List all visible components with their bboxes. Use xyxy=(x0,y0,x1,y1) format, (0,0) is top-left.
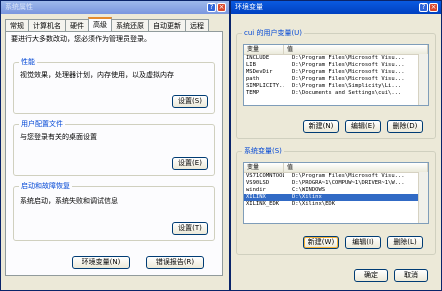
system-variables-group-title: 系统变量(S) xyxy=(242,147,284,156)
system-variables-list[interactable]: 变量 值 VS71COMNTOOLS D:\Program Files\Micro… xyxy=(243,162,429,224)
system-properties-titlebar[interactable]: 系统属性 xyxy=(1,1,229,14)
startup-recovery-group-title: 启动和故障恢复 xyxy=(19,182,72,191)
var-value: D:\Program Files\Microsoft Visu... xyxy=(292,69,405,75)
performance-settings-button[interactable]: 设置(S) xyxy=(172,95,208,108)
var-value: D:\Program Files\Microsoft Visu... xyxy=(292,173,405,179)
column-header-variable[interactable]: 变量 xyxy=(244,163,284,172)
environment-variables-window: 环境变量 ? × cui 的用户变量(U) 变量 值 INCLUDE D:\Pro… xyxy=(230,0,442,291)
user-profiles-group: 用户配置文件 与您登录有关的桌面设置 设置(E) xyxy=(13,120,215,176)
admin-note: 要进行大多数改动，您必须作为管理员登录。 xyxy=(11,35,151,43)
system-properties-window: 系统属性 ? × 常规 计算机名 硬件 高级 系统还原 自动更新 远程 要进行大… xyxy=(0,0,230,291)
var-value: D:\Documents and Settings\cui\... xyxy=(292,90,402,96)
var-value: D:\Program Files\Microsoft Visu... xyxy=(292,76,405,82)
var-value: D:\Xilinx\EDK xyxy=(292,201,336,207)
close-button[interactable]: × xyxy=(429,3,438,12)
performance-group: 性能 视觉效果，处理器计划，内存使用，以及虚拟内存 设置(S) xyxy=(13,58,215,114)
system-variables-group: 系统变量(S) 变量 值 VS71COMNTOOLS D:\Program Fil… xyxy=(236,147,436,255)
list-item[interactable]: TEMP D:\Documents and Settings\cui\... xyxy=(244,90,428,97)
startup-recovery-group: 启动和故障恢复 系统启动，系统失败和调试信息 设置(T) xyxy=(13,182,215,241)
system-new-button[interactable]: 新建(W) xyxy=(303,236,339,249)
list-item[interactable]: VS71COMNTOOLS D:\Program Files\Microsoft … xyxy=(244,173,428,180)
list-item[interactable]: MSDevDir D:\Program Files\Microsoft Visu.… xyxy=(244,69,428,76)
help-button[interactable]: ? xyxy=(207,3,216,12)
var-name: INCLUDE xyxy=(246,55,270,61)
error-reporting-button[interactable]: 错误报告(R) xyxy=(146,256,204,269)
user-edit-button[interactable]: 编辑(E) xyxy=(345,120,381,133)
column-header-variable[interactable]: 变量 xyxy=(244,45,284,54)
list-item-selected[interactable]: XILINX D:\Xilinx xyxy=(244,194,428,201)
user-delete-button[interactable]: 删除(D) xyxy=(387,120,423,133)
list-item[interactable]: INCLUDE D:\Program Files\Microsoft Visu..… xyxy=(244,55,428,62)
var-name: path xyxy=(246,76,260,82)
user-variables-group-title: cui 的用户变量(U) xyxy=(242,29,305,38)
list-header: 变量 值 xyxy=(244,163,428,173)
var-name: VS71COMNTOOLS xyxy=(246,173,284,179)
var-name: windir xyxy=(246,187,266,193)
var-value: D:\Xilinx xyxy=(292,194,322,200)
var-name: LIB xyxy=(246,62,256,68)
var-value: D:\Program Files\Microsoft Visu... xyxy=(292,55,405,61)
user-profiles-group-title: 用户配置文件 xyxy=(19,120,65,129)
tab-advanced[interactable]: 高级 xyxy=(88,17,112,31)
help-button[interactable]: ? xyxy=(419,3,428,12)
startup-recovery-settings-button[interactable]: 设置(T) xyxy=(172,222,208,235)
system-edit-button[interactable]: 编辑(I) xyxy=(345,236,381,249)
user-variables-list[interactable]: 变量 值 INCLUDE D:\Program Files\Microsoft V… xyxy=(243,44,429,106)
var-value: D:\Program Files\Simplicity\Li... xyxy=(292,83,402,89)
close-button[interactable]: × xyxy=(217,3,226,12)
column-header-value[interactable]: 值 xyxy=(284,163,428,172)
performance-group-title: 性能 xyxy=(19,58,37,67)
tab-system-restore[interactable]: 系统还原 xyxy=(111,19,149,31)
var-name: XILINX_EDK xyxy=(246,201,280,207)
environment-variables-titlebar[interactable]: 环境变量 xyxy=(231,1,441,14)
vertical-scrollbar[interactable] xyxy=(418,172,428,223)
list-header: 变量 值 xyxy=(244,45,428,55)
ok-button[interactable]: 确定 xyxy=(354,269,388,282)
tab-computer-name[interactable]: 计算机名 xyxy=(28,19,66,31)
system-delete-button[interactable]: 删除(L) xyxy=(387,236,423,249)
tab-general[interactable]: 常规 xyxy=(5,19,29,31)
list-item[interactable]: LIB D:\Program Files\Microsoft Visu... xyxy=(244,62,428,69)
tab-hardware[interactable]: 硬件 xyxy=(65,19,89,31)
advanced-tab-panel: 要进行大多数改动，您必须作为管理员登录。 性能 视觉效果，处理器计划，内存使用，… xyxy=(5,31,223,276)
startup-recovery-desc: 系统启动，系统失败和调试信息 xyxy=(20,197,118,205)
column-header-value[interactable]: 值 xyxy=(284,45,428,54)
user-profiles-desc: 与您登录有关的桌面设置 xyxy=(20,133,97,141)
window-title: 系统属性 xyxy=(5,3,33,11)
var-value: D:\PROGRA~1\COMPUW~1\DRIVER~1\W... xyxy=(292,180,405,186)
window-title: 环境变量 xyxy=(235,3,263,11)
var-name: SIMPLICITY... xyxy=(246,83,284,89)
var-name: TEMP xyxy=(246,90,260,96)
user-profiles-settings-button[interactable]: 设置(E) xyxy=(172,157,208,170)
list-item[interactable]: VS90LSD D:\PROGRA~1\COMPUW~1\DRIVER~1\W..… xyxy=(244,180,428,187)
var-name: MSDevDir xyxy=(246,69,273,75)
cancel-button[interactable]: 取消 xyxy=(394,269,428,282)
list-item[interactable]: SIMPLICITY... D:\Program Files\Simplicity… xyxy=(244,83,428,90)
var-name: XILINX xyxy=(246,194,266,200)
user-variables-group: cui 的用户变量(U) 变量 值 INCLUDE D:\Program File… xyxy=(236,29,436,139)
performance-desc: 视觉效果，处理器计划，内存使用，以及虚拟内存 xyxy=(20,71,174,79)
tab-remote[interactable]: 远程 xyxy=(185,19,209,31)
var-value: D:\Program Files\Microsoft Visu... xyxy=(292,62,405,68)
list-item[interactable]: path D:\Program Files\Microsoft Visu... xyxy=(244,76,428,83)
tab-auto-update[interactable]: 自动更新 xyxy=(148,19,186,31)
environment-variables-button[interactable]: 环境变量(N) xyxy=(72,256,130,269)
list-item[interactable]: XILINX_EDK D:\Xilinx\EDK xyxy=(244,201,428,208)
list-item[interactable]: windir C:\WINDOWS xyxy=(244,187,428,194)
var-name: VS90LSD xyxy=(246,180,270,186)
var-value: C:\WINDOWS xyxy=(292,187,326,193)
vertical-scrollbar[interactable] xyxy=(418,54,428,105)
user-new-button[interactable]: 新建(N) xyxy=(303,120,339,133)
